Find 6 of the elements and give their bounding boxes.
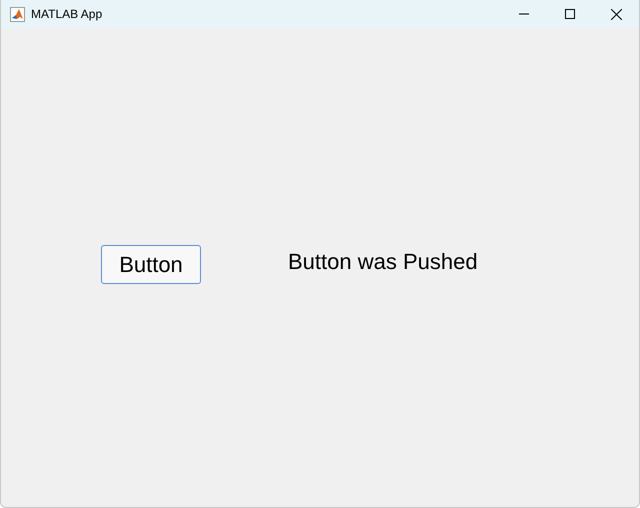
app-logo-icon: [10, 6, 25, 22]
status-label: Button was Pushed: [288, 248, 478, 274]
maximize-icon[interactable]: [565, 9, 575, 19]
close-icon[interactable]: [610, 8, 622, 20]
window-title: MATLAB App: [31, 7, 102, 21]
push-button[interactable]: Button: [101, 245, 201, 284]
